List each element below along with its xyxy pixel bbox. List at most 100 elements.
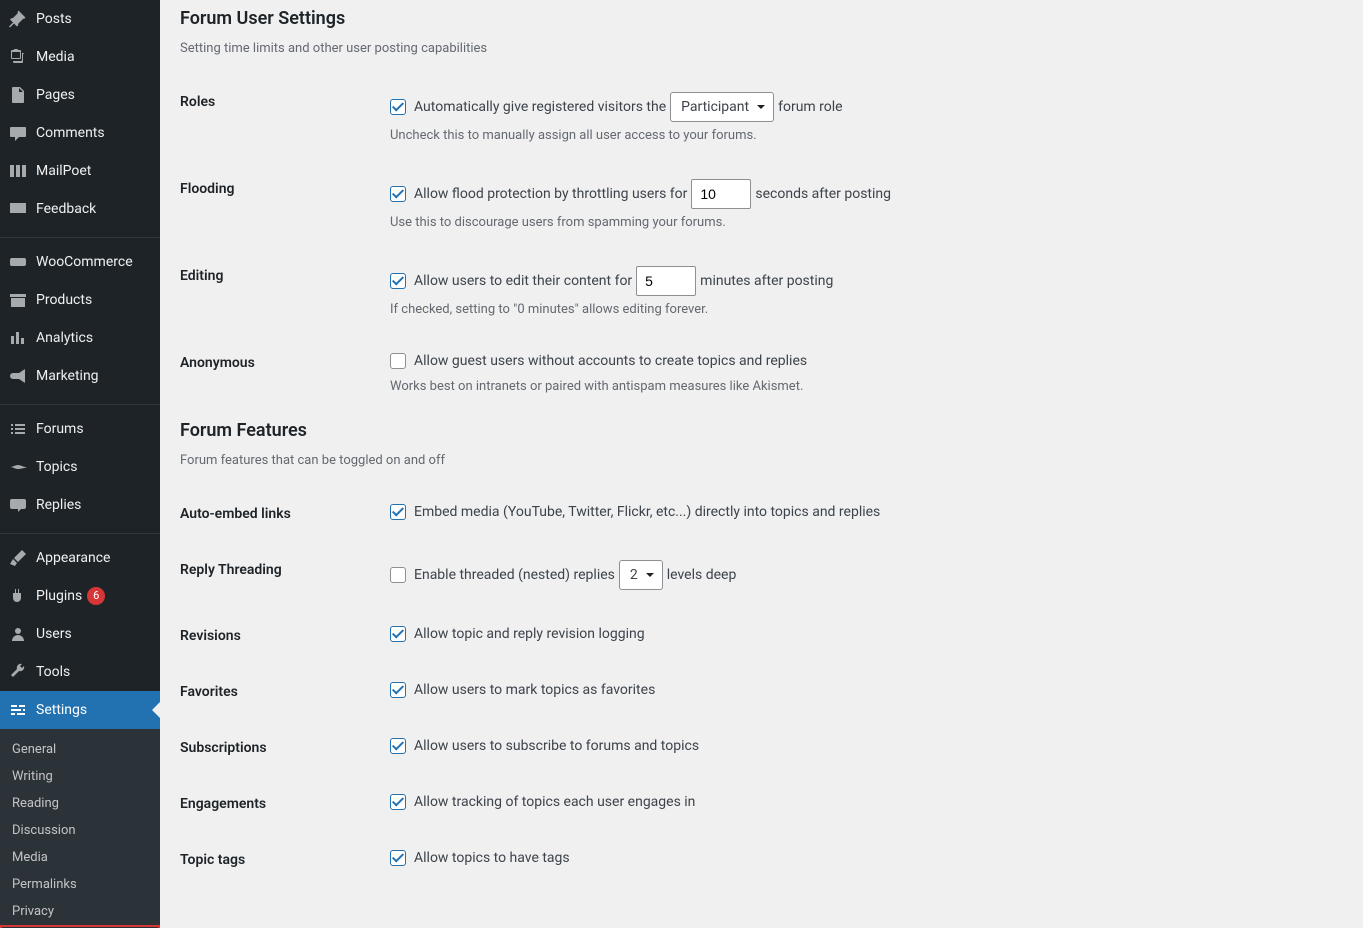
favorites-text: Allow users to mark topics as favorites (414, 682, 655, 698)
sidebar-separator (0, 400, 160, 405)
replies-icon (8, 495, 28, 515)
autoembed-heading: Auto-embed links (180, 486, 380, 542)
sidebar-item-media[interactable]: Media (0, 38, 160, 76)
media-icon (8, 47, 28, 67)
plugin-icon (8, 586, 28, 606)
sidebar-item-label: WooCommerce (36, 254, 133, 270)
sidebar-item-forums[interactable]: Forums (0, 410, 160, 448)
sidebar-item-appearance[interactable]: Appearance (0, 539, 160, 577)
editing-checkbox[interactable] (390, 273, 406, 289)
brush-icon (8, 548, 28, 568)
sidebar-item-marketing[interactable]: Marketing (0, 357, 160, 395)
anonymous-label[interactable]: Allow guest users without accounts to cr… (390, 353, 807, 369)
sidebar-item-label: Feedback (36, 201, 96, 217)
sidebar-item-topics[interactable]: Topics (0, 448, 160, 486)
sidebar-item-label: Analytics (36, 330, 93, 346)
revisions-checkbox[interactable] (390, 626, 406, 642)
subscriptions-label[interactable]: Allow users to subscribe to forums and t… (390, 738, 699, 754)
sidebar-separator (0, 233, 160, 238)
archive-icon (8, 290, 28, 310)
revisions-label[interactable]: Allow topic and reply revision logging (390, 626, 645, 642)
sidebar-item-products[interactable]: Products (0, 281, 160, 319)
favorites-label[interactable]: Allow users to mark topics as favorites (390, 682, 655, 698)
flooding-checkbox[interactable] (390, 186, 406, 202)
revisions-text: Allow topic and reply revision logging (414, 626, 645, 642)
flooding-label[interactable]: Allow flood protection by throttling use… (390, 179, 891, 209)
sidebar-item-label: MailPoet (36, 163, 91, 179)
threading-levels-select[interactable]: 2 (619, 560, 663, 590)
subscriptions-checkbox[interactable] (390, 738, 406, 754)
section-user-sub: Setting time limits and other user posti… (180, 41, 1343, 56)
sidebar-item-feedback[interactable]: Feedback (0, 190, 160, 228)
sidebar-item-replies[interactable]: Replies (0, 486, 160, 524)
sidebar-item-woocommerce[interactable]: WooCommerce (0, 243, 160, 281)
sidebar-item-mailpoet[interactable]: MailPoet (0, 152, 160, 190)
sliders-icon (8, 700, 28, 720)
sidebar-item-label: Marketing (36, 368, 99, 384)
autoembed-label[interactable]: Embed media (YouTube, Twitter, Flickr, e… (390, 504, 880, 520)
sidebar-item-posts[interactable]: Posts (0, 0, 160, 38)
submenu-reading[interactable]: Reading (0, 790, 160, 817)
roles-checkbox[interactable] (390, 99, 406, 115)
autoembed-checkbox[interactable] (390, 504, 406, 520)
settings-content: Forum User Settings Setting time limits … (180, 0, 1363, 928)
sidebar-item-comments[interactable]: Comments (0, 114, 160, 152)
user-icon (8, 624, 28, 644)
roles-heading: Roles (180, 74, 380, 161)
engagements-label[interactable]: Allow tracking of topics each user engag… (390, 794, 695, 810)
favorites-checkbox[interactable] (390, 682, 406, 698)
tags-checkbox[interactable] (390, 850, 406, 866)
megaphone-icon (8, 366, 28, 386)
chart-bar-icon (8, 328, 28, 348)
roles-before: Automatically give registered visitors t… (414, 99, 666, 115)
threading-heading: Reply Threading (180, 542, 380, 608)
submenu-permalinks[interactable]: Permalinks (0, 871, 160, 898)
submenu-general[interactable]: General (0, 736, 160, 763)
sidebar-item-plugins[interactable]: Plugins 6 (0, 577, 160, 615)
editing-label[interactable]: Allow users to edit their content for mi… (390, 266, 833, 296)
tags-label[interactable]: Allow topics to have tags (390, 850, 570, 866)
roles-after: forum role (778, 99, 842, 115)
sidebar-item-label: Users (36, 626, 72, 642)
engagements-checkbox[interactable] (390, 794, 406, 810)
section-user-title: Forum User Settings (180, 0, 1343, 33)
flooding-help: Use this to discourage users from spammi… (390, 215, 1333, 230)
anonymous-checkbox[interactable] (390, 353, 406, 369)
sidebar-item-label: Comments (36, 125, 105, 141)
tags-heading: Topic tags (180, 832, 380, 888)
sidebar-item-analytics[interactable]: Analytics (0, 319, 160, 357)
submenu-discussion[interactable]: Discussion (0, 817, 160, 844)
editing-minutes-input[interactable] (636, 266, 696, 296)
sidebar-item-label: Settings (36, 702, 87, 718)
submenu-writing[interactable]: Writing (0, 763, 160, 790)
feedback-icon (8, 199, 28, 219)
roles-select[interactable]: Participant (670, 92, 774, 122)
sidebar-item-label: Plugins (36, 588, 82, 604)
submenu-media[interactable]: Media (0, 844, 160, 871)
editing-heading: Editing (180, 248, 380, 335)
sidebar-item-settings[interactable]: Settings (0, 691, 160, 729)
editing-after: minutes after posting (700, 273, 833, 289)
wrench-icon (8, 662, 28, 682)
subscriptions-heading: Subscriptions (180, 720, 380, 776)
section-features-title: Forum Features (180, 412, 1343, 445)
engagements-text: Allow tracking of topics each user engag… (414, 794, 695, 810)
threading-checkbox[interactable] (390, 567, 406, 583)
engagements-heading: Engagements (180, 776, 380, 832)
sidebar-item-users[interactable]: Users (0, 615, 160, 653)
flooding-seconds-input[interactable] (691, 179, 751, 209)
sidebar-item-label: Posts (36, 11, 72, 27)
sidebar-item-tools[interactable]: Tools (0, 653, 160, 691)
page-icon (8, 85, 28, 105)
mailpoet-icon (8, 161, 28, 181)
sidebar-item-label: Topics (36, 459, 77, 475)
sidebar-separator (0, 529, 160, 534)
roles-label[interactable]: Automatically give registered visitors t… (390, 92, 843, 122)
editing-help: If checked, setting to "0 minutes" allow… (390, 302, 1333, 317)
threading-label[interactable]: Enable threaded (nested) replies 2 level… (390, 560, 736, 590)
sidebar-item-pages[interactable]: Pages (0, 76, 160, 114)
plugins-update-badge: 6 (87, 587, 105, 605)
sidebar-item-label: Tools (36, 664, 70, 680)
tags-text: Allow topics to have tags (414, 850, 570, 866)
pin-icon (8, 9, 28, 29)
